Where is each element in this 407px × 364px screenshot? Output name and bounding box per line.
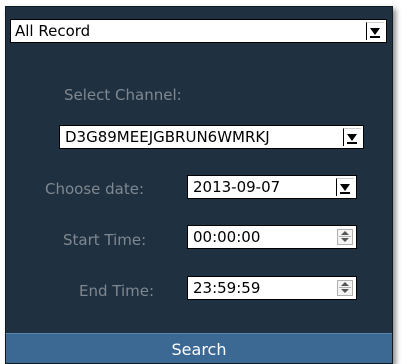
start-time-value: 00:00:00 bbox=[193, 228, 261, 246]
channel-select[interactable]: D3G89MEEJGBRUN6WMRKJ bbox=[59, 125, 364, 149]
chevron-down-icon[interactable] bbox=[336, 178, 354, 196]
record-type-select[interactable]: All Record bbox=[10, 19, 387, 43]
spinner-icon[interactable] bbox=[337, 229, 353, 245]
end-time-input[interactable]: 23:59:59 bbox=[187, 276, 357, 300]
date-value: 2013-09-07 bbox=[193, 178, 281, 196]
select-channel-label: Select Channel: bbox=[64, 86, 182, 104]
search-panel: All Record Select Channel: D3G89MEEJGBRU… bbox=[5, 6, 393, 364]
record-type-value: All Record bbox=[15, 22, 91, 40]
search-button[interactable]: Search bbox=[6, 333, 392, 363]
channel-value: D3G89MEEJGBRUN6WMRKJ bbox=[65, 128, 270, 146]
spinner-icon[interactable] bbox=[337, 280, 353, 296]
chevron-down-icon[interactable] bbox=[366, 22, 384, 40]
date-picker[interactable]: 2013-09-07 bbox=[187, 175, 357, 199]
choose-date-label: Choose date: bbox=[45, 180, 145, 198]
end-time-label: End Time: bbox=[79, 282, 155, 300]
end-time-value: 23:59:59 bbox=[193, 279, 261, 297]
start-time-input[interactable]: 00:00:00 bbox=[187, 225, 357, 249]
chevron-down-icon[interactable] bbox=[343, 128, 361, 146]
start-time-label: Start Time: bbox=[63, 231, 147, 249]
